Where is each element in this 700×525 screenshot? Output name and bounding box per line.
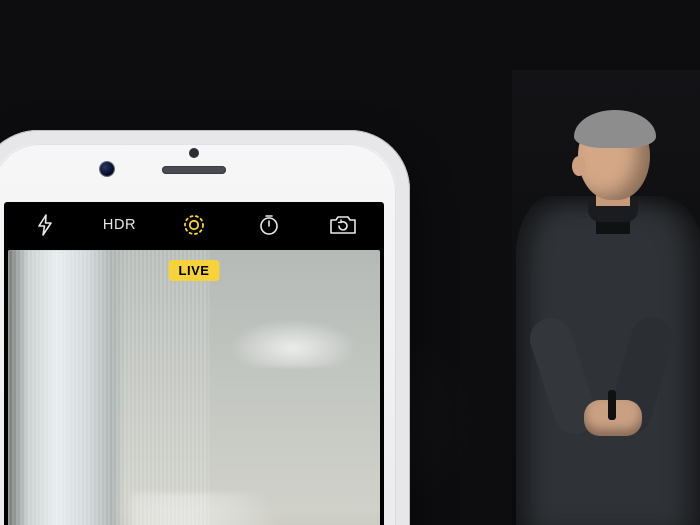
hdr-button[interactable]: HDR bbox=[97, 217, 143, 233]
camera-top-toolbar: HDR bbox=[4, 202, 384, 248]
live-photo-icon bbox=[181, 212, 207, 238]
timer-icon bbox=[257, 213, 281, 237]
front-camera bbox=[100, 162, 114, 176]
earpiece-speaker bbox=[162, 166, 226, 174]
iphone-device: HDR bbox=[0, 130, 410, 525]
presenter-remote bbox=[608, 390, 616, 420]
camera-app-screen: HDR bbox=[4, 202, 384, 525]
camera-flip-button[interactable] bbox=[320, 214, 366, 236]
waterfall bbox=[8, 250, 209, 525]
camera-viewfinder[interactable]: LIVE bbox=[8, 250, 380, 525]
waterfall-mist bbox=[131, 493, 298, 525]
proximity-sensor bbox=[189, 148, 199, 158]
live-badge: LIVE bbox=[169, 260, 220, 281]
flash-button[interactable] bbox=[22, 214, 68, 236]
cloud bbox=[228, 319, 358, 367]
presenter bbox=[512, 70, 700, 525]
hdr-label: HDR bbox=[103, 217, 136, 233]
camera-flip-icon bbox=[328, 214, 358, 236]
live-photo-button[interactable] bbox=[171, 212, 217, 238]
timer-button[interactable] bbox=[246, 213, 292, 237]
flash-icon bbox=[36, 214, 54, 236]
